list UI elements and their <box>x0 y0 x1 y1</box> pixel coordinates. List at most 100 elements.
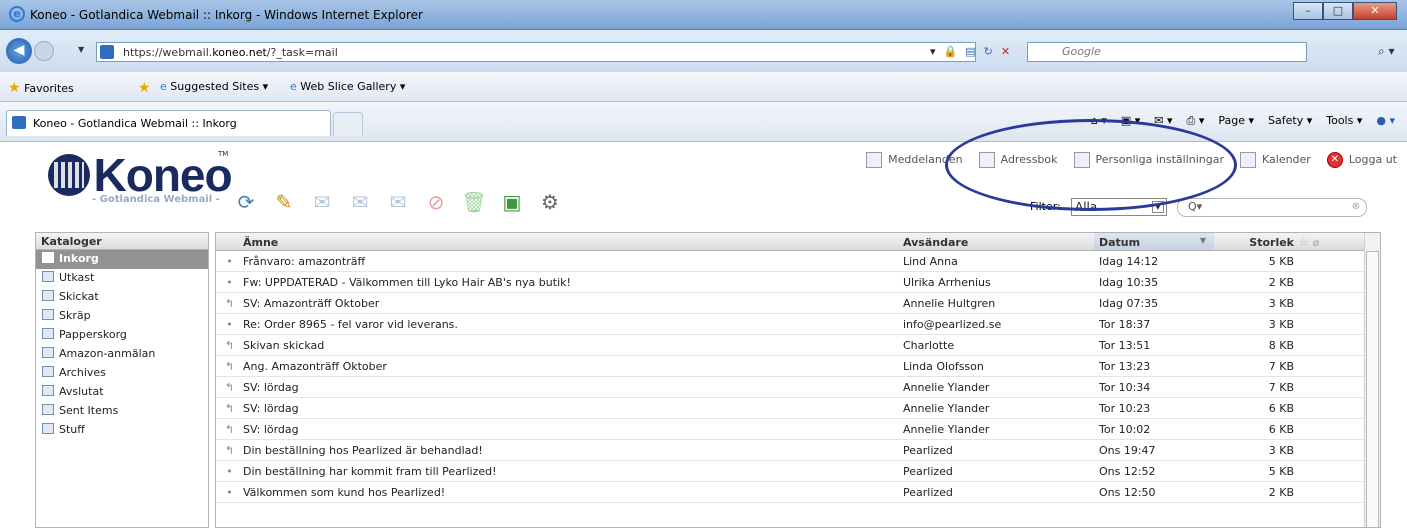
folder-item[interactable]: Sent Items <box>36 402 208 421</box>
forward-button[interactable] <box>34 41 54 61</box>
favorites-button[interactable]: ★ Favorites <box>8 80 74 96</box>
table-row[interactable]: ↰ SV: lördag Annelie Ylander Tor 10:34 7 KB <box>216 377 1380 398</box>
tools-menu[interactable]: Tools ▾ <box>1326 114 1362 128</box>
folder-icon <box>42 385 54 396</box>
message-size: 6 KB <box>1268 423 1294 436</box>
message-status-icon: • <box>226 465 233 478</box>
suggested-sites-link[interactable]: e Suggested Sites ▾ <box>160 80 268 93</box>
message-list-scrollbar[interactable] <box>1364 233 1380 527</box>
history-dropdown-icon[interactable]: ▼ <box>78 45 84 54</box>
message-subject[interactable]: Frånvaro: amazonträff <box>238 251 898 271</box>
folder-item[interactable]: Papperskorg <box>36 326 208 345</box>
compat-view-icon[interactable]: ▤ <box>965 45 975 58</box>
folder-label: Archives <box>59 366 106 379</box>
folder-item[interactable]: Skräp <box>36 307 208 326</box>
column-size[interactable]: Storlek <box>1214 233 1294 250</box>
mail-toolbar: ⟳ ✎ ✉ ✉ ✉ ⊘ 🗑 ▣ ⚙ <box>232 188 564 216</box>
refresh-icon[interactable]: ↻ <box>984 45 993 58</box>
message-status-icon: ↰ <box>224 339 235 352</box>
stop-icon[interactable]: ✕ <box>1001 45 1010 58</box>
header-spacer <box>216 233 238 250</box>
nav-calendar[interactable]: Kalender <box>1240 152 1311 168</box>
mark-icon[interactable]: ▣ <box>498 188 526 216</box>
table-row[interactable]: • Välkommen som kund hos Pearlized! Pearli… <box>216 482 1380 503</box>
folder-item[interactable]: Skickat <box>36 288 208 307</box>
lock-icon[interactable]: 🔒 <box>944 45 958 58</box>
gear-icon[interactable]: ⚙ <box>536 188 564 216</box>
scrollbar-thumb[interactable] <box>1366 251 1379 527</box>
browser-search-input[interactable]: Google <box>1027 42 1307 62</box>
message-subject[interactable]: Välkommen som kund hos Pearlized! <box>238 482 898 502</box>
table-row[interactable]: ↰ Ang. Amazonträff Oktober Linda Olofsson T… <box>216 356 1380 377</box>
minimize-icon[interactable]: – <box>1293 2 1323 20</box>
reply-all-icon[interactable]: ✉ <box>346 188 374 216</box>
delete-icon[interactable]: ⊘ <box>422 188 450 216</box>
close-icon[interactable]: ✕ <box>1353 2 1397 20</box>
message-list-header: Ämne Avsändare Datum ▼ Storlek ☆ ⌀ <box>216 233 1380 251</box>
nav-logout[interactable]: ✕ Logga ut <box>1326 152 1397 168</box>
message-sender: Annelie Ylander <box>903 381 990 394</box>
table-row[interactable]: ↰ SV: lördag Annelie Ylander Tor 10:02 6 KB <box>216 419 1380 440</box>
folder-item[interactable]: Archives <box>36 364 208 383</box>
column-sender[interactable]: Avsändare <box>898 233 1094 250</box>
clear-search-icon[interactable]: ⊗ <box>1352 201 1360 212</box>
table-row[interactable]: ↰ SV: Amazonträff Oktober Annelie Hultgren… <box>216 293 1380 314</box>
message-subject[interactable]: SV: lördag <box>238 419 898 439</box>
table-row[interactable]: ↰ Skivan skickad Charlotte Tor 13:51 8 KB <box>216 335 1380 356</box>
folder-icon <box>42 366 54 377</box>
message-size: 3 KB <box>1268 318 1294 331</box>
check-mail-icon[interactable]: ⟳ <box>232 188 260 216</box>
message-subject[interactable]: SV: Amazonträff Oktober <box>238 293 898 313</box>
message-rows: • Frånvaro: amazonträff Lind Anna Idag 14:1… <box>216 251 1380 503</box>
table-row[interactable]: • Re: Order 8965 - fel varor vid leverans… <box>216 314 1380 335</box>
message-subject[interactable]: Fw: UPPDATERAD - Välkommen till Lyko Hai… <box>238 272 898 292</box>
message-size: 7 KB <box>1268 360 1294 373</box>
message-size: 7 KB <box>1268 381 1294 394</box>
compose-icon[interactable]: ✎ <box>270 188 298 216</box>
new-tab-button[interactable] <box>333 112 363 136</box>
maximize-icon[interactable]: □ <box>1323 2 1353 20</box>
folder-item[interactable]: Avslutat <box>36 383 208 402</box>
folder-item[interactable]: Stuff <box>36 421 208 440</box>
table-row[interactable]: ↰ SV: lördag Annelie Ylander Tor 10:23 6 KB <box>216 398 1380 419</box>
help-icon[interactable]: ● ▾ <box>1376 114 1395 128</box>
message-subject[interactable]: SV: lördag <box>238 398 898 418</box>
table-row[interactable]: • Frånvaro: amazonträff Lind Anna Idag 14:1… <box>216 251 1380 272</box>
message-subject[interactable]: Skivan skickad <box>238 335 898 355</box>
quick-search-input[interactable]: Q▾ ⊗ <box>1177 198 1367 217</box>
message-status-icon: ↰ <box>224 444 235 457</box>
message-subject[interactable]: Re: Order 8965 - fel varor vid leverans. <box>238 314 898 334</box>
folder-list-header: Kataloger <box>36 233 208 250</box>
folder-icon <box>42 328 54 339</box>
page-menu[interactable]: Page ▾ <box>1218 114 1254 128</box>
table-row[interactable]: ↰ Din beställning hos Pearlized är behand… <box>216 440 1380 461</box>
column-subject[interactable]: Ämne <box>238 233 898 250</box>
message-sender: Pearlized <box>903 486 953 499</box>
print-icon[interactable]: ⎙ ▾ <box>1187 114 1205 128</box>
message-subject[interactable]: Din beställning har kommit fram till Pea… <box>238 461 898 481</box>
message-subject[interactable]: Ang. Amazonträff Oktober <box>238 356 898 376</box>
web-slice-gallery-link[interactable]: e Web Slice Gallery ▾ <box>290 80 405 93</box>
folder-icon <box>42 404 54 415</box>
folder-item[interactable]: Inkorg <box>36 250 208 269</box>
reply-icon[interactable]: ✉ <box>308 188 336 216</box>
folder-item[interactable]: Utkast <box>36 269 208 288</box>
forward-icon[interactable]: ✉ <box>384 188 412 216</box>
folder-item[interactable]: Amazon-anmälan <box>36 345 208 364</box>
safety-menu[interactable]: Safety ▾ <box>1268 114 1312 128</box>
message-size: 2 KB <box>1268 486 1294 499</box>
column-date[interactable]: Datum ▼ <box>1094 233 1214 250</box>
table-row[interactable]: • Din beställning har kommit fram till Pe… <box>216 461 1380 482</box>
search-icon[interactable]: ⌕ ▾ <box>1378 44 1395 59</box>
trash-icon[interactable]: 🗑 <box>460 188 488 216</box>
back-button[interactable]: ◀ <box>6 38 32 64</box>
add-favorite-icon[interactable]: ★ <box>138 80 151 96</box>
url-dropdown-icon[interactable]: ▾ <box>930 45 936 58</box>
table-row[interactable]: • Fw: UPPDATERAD - Välkommen till Lyko Ha… <box>216 272 1380 293</box>
message-subject[interactable]: Din beställning hos Pearlized är behandl… <box>238 440 898 460</box>
nav-logout-label: Logga ut <box>1348 153 1397 166</box>
flag-icon[interactable]: ☆ <box>1299 236 1309 249</box>
tab-koneo[interactable]: Koneo - Gotlandica Webmail :: Inkorg <box>6 110 331 136</box>
message-subject[interactable]: SV: lördag <box>238 377 898 397</box>
url-input[interactable]: https://webmail.koneo.net/?_task=mail <box>96 42 976 62</box>
